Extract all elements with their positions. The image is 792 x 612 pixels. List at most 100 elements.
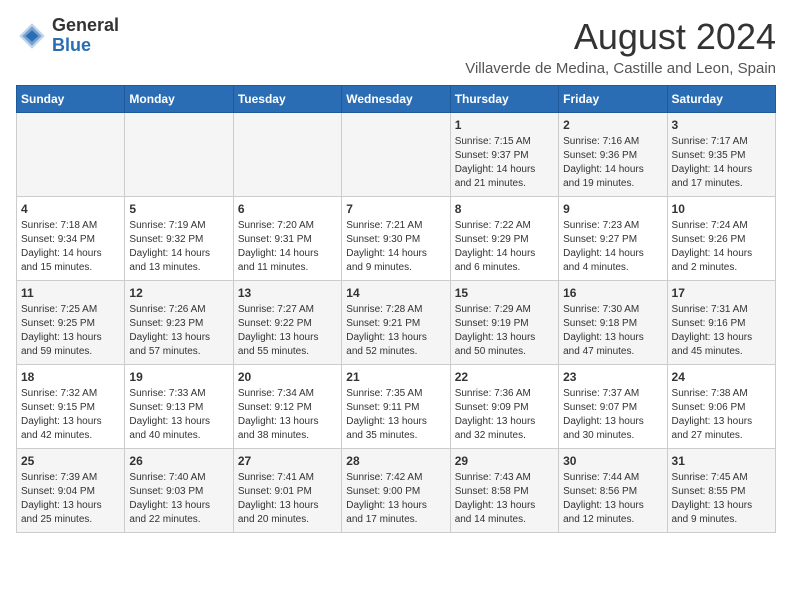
day-info: Sunrise: 7:41 AM Sunset: 9:01 PM Dayligh… [238, 471, 337, 527]
day-info: Sunrise: 7:21 AM Sunset: 9:30 PM Dayligh… [346, 219, 445, 275]
calendar-table: SundayMondayTuesdayWednesdayThursdayFrid… [16, 85, 776, 533]
day-number: 19 [129, 370, 228, 384]
calendar-cell: 23 Sunrise: 7:37 AM Sunset: 9:07 PM Dayli… [559, 365, 667, 449]
day-info: Sunrise: 7:30 AM Sunset: 9:18 PM Dayligh… [563, 303, 662, 359]
day-number: 20 [238, 370, 337, 384]
calendar-cell: 22 Sunrise: 7:36 AM Sunset: 9:09 PM Dayli… [450, 365, 558, 449]
day-info: Sunrise: 7:40 AM Sunset: 9:03 PM Dayligh… [129, 471, 228, 527]
day-number: 24 [672, 370, 771, 384]
day-number: 17 [672, 286, 771, 300]
calendar-cell: 17 Sunrise: 7:31 AM Sunset: 9:16 PM Dayli… [667, 281, 775, 365]
calendar-cell: 2 Sunrise: 7:16 AM Sunset: 9:36 PM Daylig… [559, 113, 667, 197]
day-info: Sunrise: 7:29 AM Sunset: 9:19 PM Dayligh… [455, 303, 554, 359]
calendar-cell: 3 Sunrise: 7:17 AM Sunset: 9:35 PM Daylig… [667, 113, 775, 197]
header-tuesday: Tuesday [233, 86, 341, 113]
day-number: 5 [129, 202, 228, 216]
day-number: 3 [672, 118, 771, 132]
calendar-cell: 15Sunrise: 7:29 AM Sunset: 9:19 PM Dayli… [450, 281, 558, 365]
calendar-cell: 30 Sunrise: 7:44 AM Sunset: 8:56 PM Dayli… [559, 449, 667, 533]
calendar-cell [125, 113, 233, 197]
week-row-0: 1 Sunrise: 7:15 AM Sunset: 9:37 PM Daylig… [17, 113, 776, 197]
day-info: Sunrise: 7:38 AM Sunset: 9:06 PM Dayligh… [672, 387, 771, 443]
header-monday: Monday [125, 86, 233, 113]
day-number: 22 [455, 370, 554, 384]
calendar-body: 1 Sunrise: 7:15 AM Sunset: 9:37 PM Daylig… [17, 113, 776, 533]
calendar-cell: 19 Sunrise: 7:33 AM Sunset: 9:13 PM Dayli… [125, 365, 233, 449]
day-info: Sunrise: 7:19 AM Sunset: 9:32 PM Dayligh… [129, 219, 228, 275]
logo-general: General [52, 16, 119, 36]
day-info: Sunrise: 7:36 AM Sunset: 9:09 PM Dayligh… [455, 387, 554, 443]
calendar-cell: 11 Sunrise: 7:25 AM Sunset: 9:25 PM Dayli… [17, 281, 125, 365]
calendar-cell [17, 113, 125, 197]
day-info: Sunrise: 7:33 AM Sunset: 9:13 PM Dayligh… [129, 387, 228, 443]
header-wednesday: Wednesday [342, 86, 450, 113]
calendar-cell: 28Sunrise: 7:42 AM Sunset: 9:00 PM Dayli… [342, 449, 450, 533]
week-row-2: 11 Sunrise: 7:25 AM Sunset: 9:25 PM Dayli… [17, 281, 776, 365]
calendar-cell: 26 Sunrise: 7:40 AM Sunset: 9:03 PM Dayli… [125, 449, 233, 533]
day-number: 16 [563, 286, 662, 300]
calendar-cell: 5 Sunrise: 7:19 AM Sunset: 9:32 PM Daylig… [125, 197, 233, 281]
day-info: Sunrise: 7:18 AM Sunset: 9:34 PM Dayligh… [21, 219, 120, 275]
header-row: SundayMondayTuesdayWednesdayThursdayFrid… [17, 86, 776, 113]
calendar-cell: 6Sunrise: 7:20 AM Sunset: 9:31 PM Daylig… [233, 197, 341, 281]
day-number: 13 [238, 286, 337, 300]
day-info: Sunrise: 7:23 AM Sunset: 9:27 PM Dayligh… [563, 219, 662, 275]
header-thursday: Thursday [450, 86, 558, 113]
day-info: Sunrise: 7:34 AM Sunset: 9:12 PM Dayligh… [238, 387, 337, 443]
day-info: Sunrise: 7:17 AM Sunset: 9:35 PM Dayligh… [672, 135, 771, 191]
week-row-3: 18Sunrise: 7:32 AM Sunset: 9:15 PM Dayli… [17, 365, 776, 449]
page-title: August 2024 [465, 16, 776, 58]
day-info: Sunrise: 7:26 AM Sunset: 9:23 PM Dayligh… [129, 303, 228, 359]
day-number: 27 [238, 454, 337, 468]
logo-text: General Blue [52, 16, 119, 56]
calendar-cell [342, 113, 450, 197]
day-number: 4 [21, 202, 120, 216]
logo-icon [16, 20, 48, 52]
day-info: Sunrise: 7:39 AM Sunset: 9:04 PM Dayligh… [21, 471, 120, 527]
day-number: 6 [238, 202, 337, 216]
day-number: 14 [346, 286, 445, 300]
calendar-cell: 27 Sunrise: 7:41 AM Sunset: 9:01 PM Dayli… [233, 449, 341, 533]
day-info: Sunrise: 7:27 AM Sunset: 9:22 PM Dayligh… [238, 303, 337, 359]
week-row-1: 4 Sunrise: 7:18 AM Sunset: 9:34 PM Daylig… [17, 197, 776, 281]
calendar-cell: 13 Sunrise: 7:27 AM Sunset: 9:22 PM Dayli… [233, 281, 341, 365]
calendar-cell: 4 Sunrise: 7:18 AM Sunset: 9:34 PM Daylig… [17, 197, 125, 281]
day-number: 11 [21, 286, 120, 300]
day-info: Sunrise: 7:28 AM Sunset: 9:21 PM Dayligh… [346, 303, 445, 359]
day-info: Sunrise: 7:42 AM Sunset: 9:00 PM Dayligh… [346, 471, 445, 527]
day-info: Sunrise: 7:31 AM Sunset: 9:16 PM Dayligh… [672, 303, 771, 359]
day-info: Sunrise: 7:25 AM Sunset: 9:25 PM Dayligh… [21, 303, 120, 359]
day-number: 31 [672, 454, 771, 468]
day-info: Sunrise: 7:32 AM Sunset: 9:15 PM Dayligh… [21, 387, 120, 443]
calendar-cell: 20 Sunrise: 7:34 AM Sunset: 9:12 PM Dayli… [233, 365, 341, 449]
day-number: 30 [563, 454, 662, 468]
header-friday: Friday [559, 86, 667, 113]
day-info: Sunrise: 7:22 AM Sunset: 9:29 PM Dayligh… [455, 219, 554, 275]
day-number: 29 [455, 454, 554, 468]
day-info: Sunrise: 7:37 AM Sunset: 9:07 PM Dayligh… [563, 387, 662, 443]
week-row-4: 25Sunrise: 7:39 AM Sunset: 9:04 PM Dayli… [17, 449, 776, 533]
calendar-cell: 10Sunrise: 7:24 AM Sunset: 9:26 PM Dayli… [667, 197, 775, 281]
title-block: August 2024 Villaverde de Medina, Castil… [465, 16, 776, 77]
calendar-cell: 18Sunrise: 7:32 AM Sunset: 9:15 PM Dayli… [17, 365, 125, 449]
logo-blue: Blue [52, 36, 119, 56]
calendar-cell: 21Sunrise: 7:35 AM Sunset: 9:11 PM Dayli… [342, 365, 450, 449]
calendar-header: SundayMondayTuesdayWednesdayThursdayFrid… [17, 86, 776, 113]
calendar-cell: 25Sunrise: 7:39 AM Sunset: 9:04 PM Dayli… [17, 449, 125, 533]
day-number: 1 [455, 118, 554, 132]
day-info: Sunrise: 7:45 AM Sunset: 8:55 PM Dayligh… [672, 471, 771, 527]
day-number: 21 [346, 370, 445, 384]
calendar-cell: 29Sunrise: 7:43 AM Sunset: 8:58 PM Dayli… [450, 449, 558, 533]
calendar-cell: 9Sunrise: 7:23 AM Sunset: 9:27 PM Daylig… [559, 197, 667, 281]
day-number: 26 [129, 454, 228, 468]
day-number: 2 [563, 118, 662, 132]
day-info: Sunrise: 7:15 AM Sunset: 9:37 PM Dayligh… [455, 135, 554, 191]
calendar-cell: 16 Sunrise: 7:30 AM Sunset: 9:18 PM Dayli… [559, 281, 667, 365]
day-info: Sunrise: 7:16 AM Sunset: 9:36 PM Dayligh… [563, 135, 662, 191]
calendar-cell: 7Sunrise: 7:21 AM Sunset: 9:30 PM Daylig… [342, 197, 450, 281]
calendar-cell: 12Sunrise: 7:26 AM Sunset: 9:23 PM Dayli… [125, 281, 233, 365]
calendar-cell: 8Sunrise: 7:22 AM Sunset: 9:29 PM Daylig… [450, 197, 558, 281]
day-number: 23 [563, 370, 662, 384]
logo: General Blue [16, 16, 119, 56]
day-info: Sunrise: 7:44 AM Sunset: 8:56 PM Dayligh… [563, 471, 662, 527]
